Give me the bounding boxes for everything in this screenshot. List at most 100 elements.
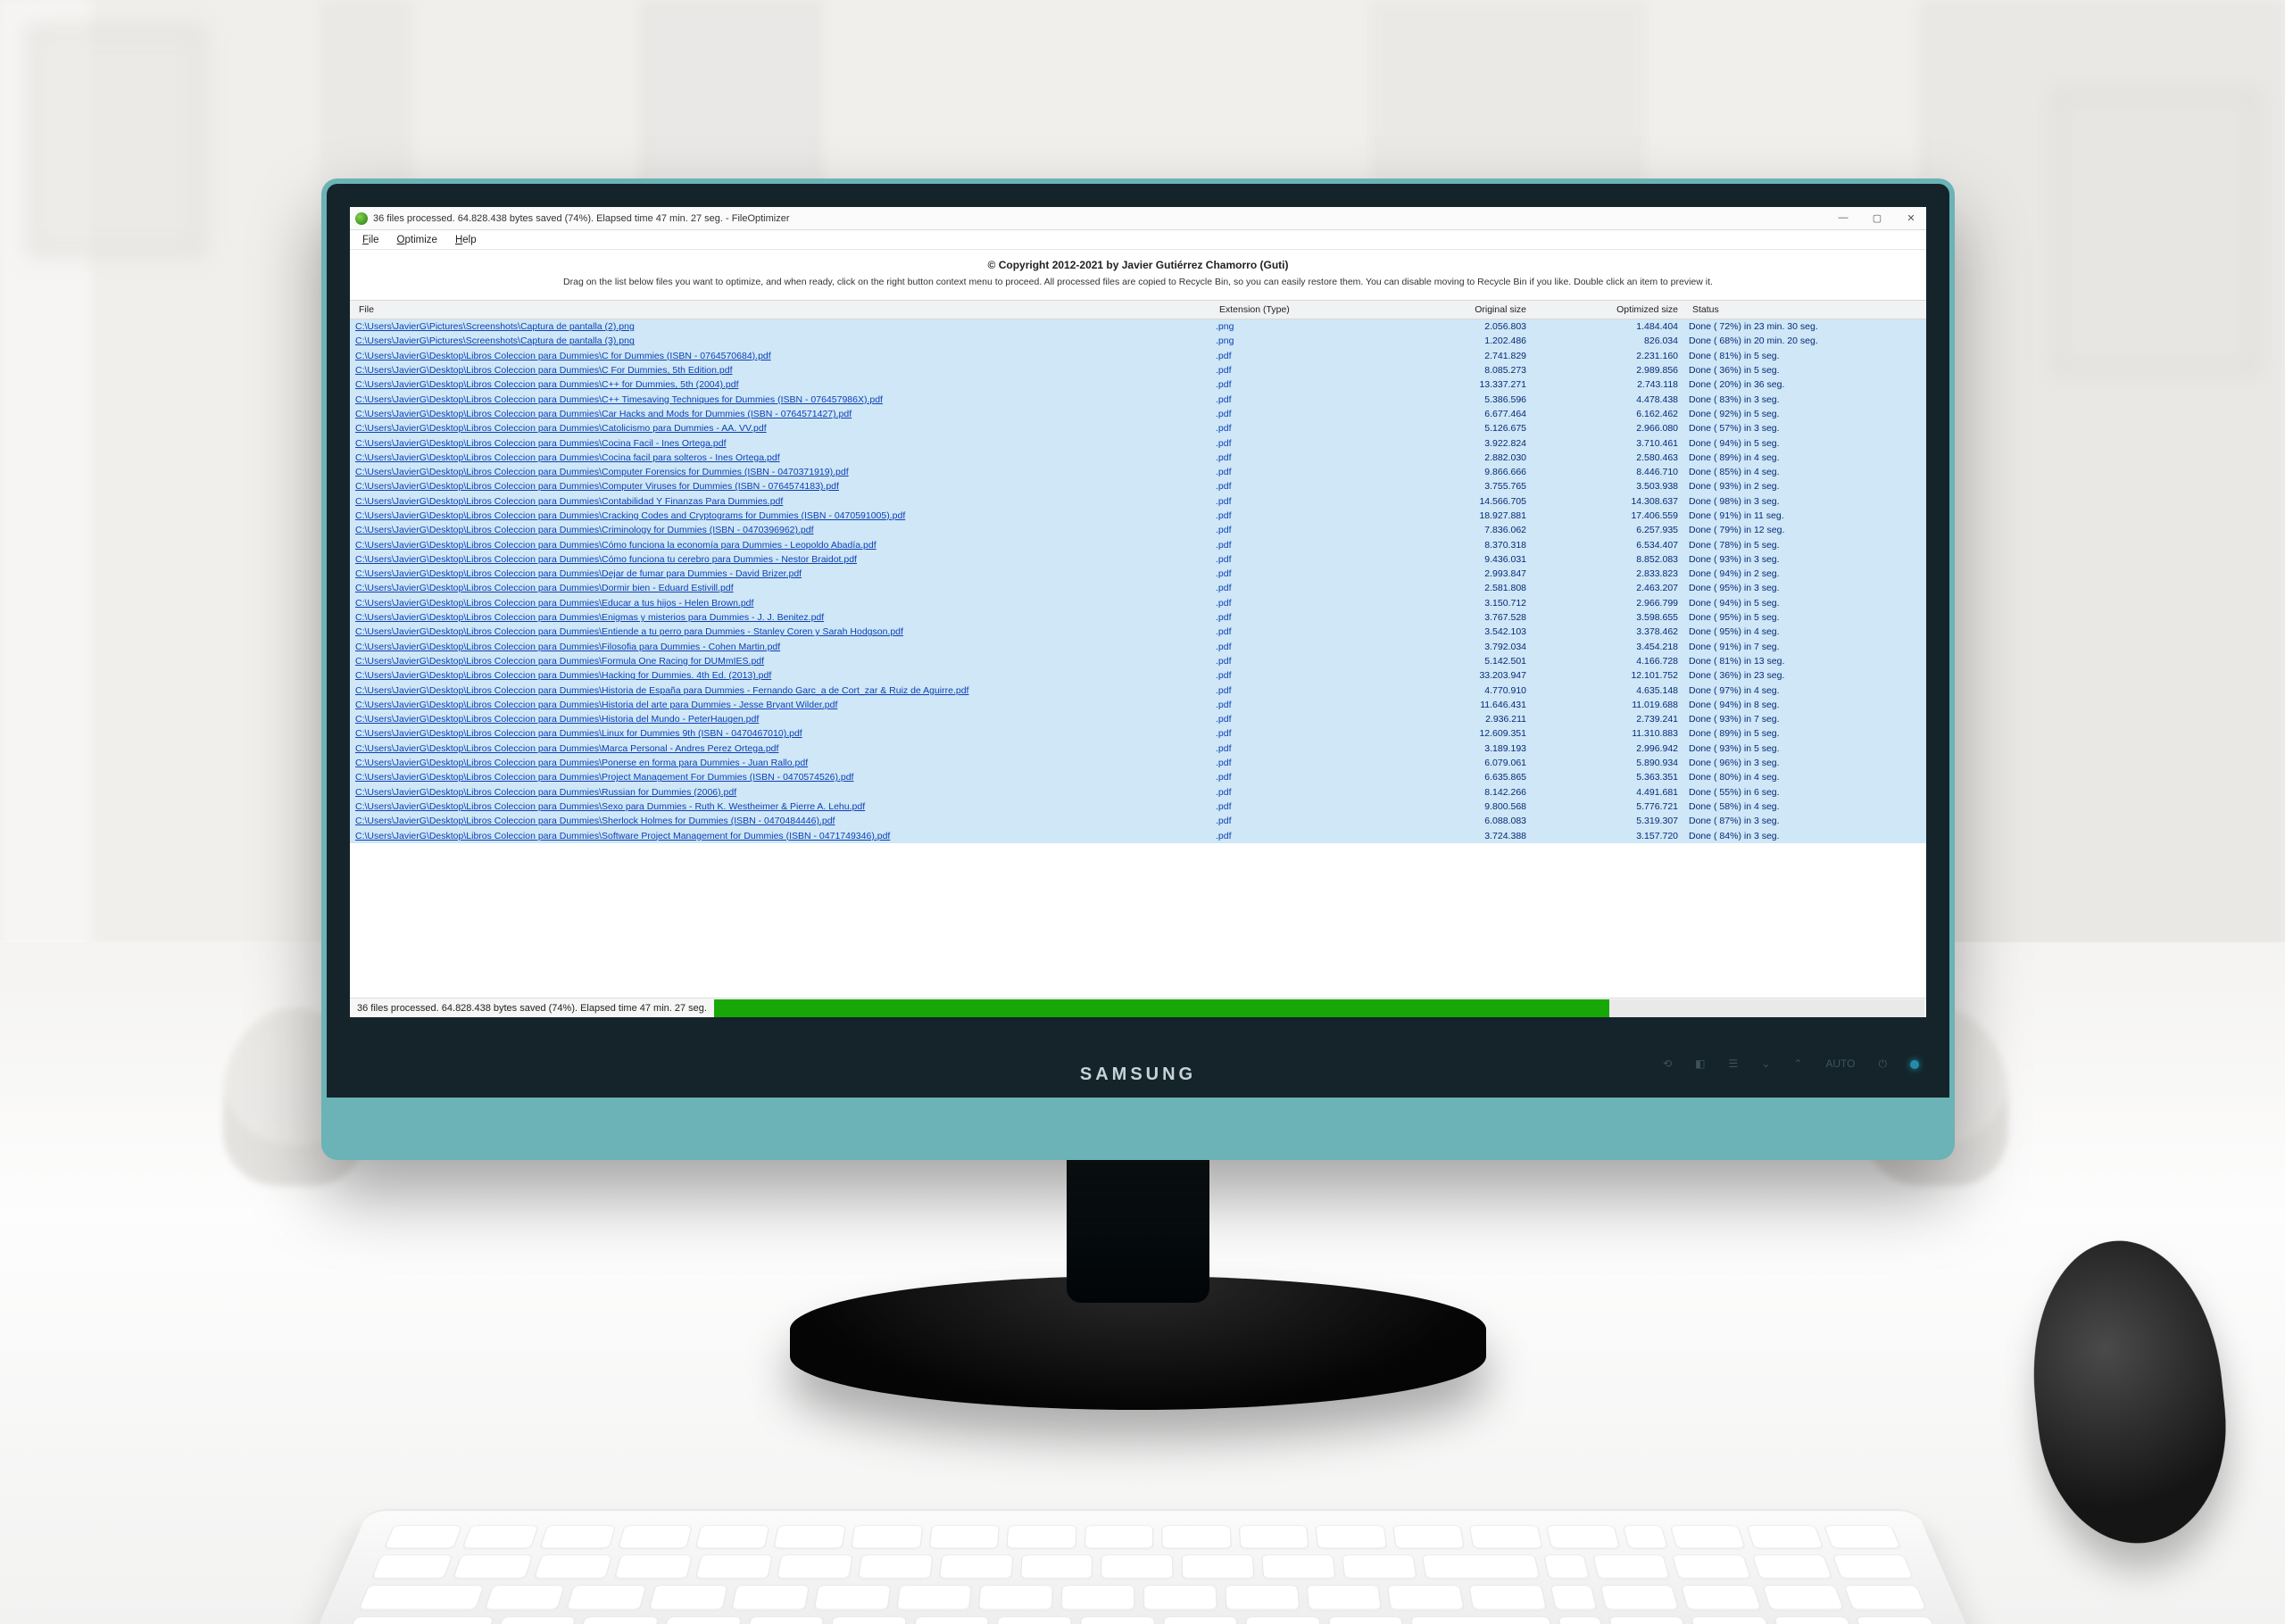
file-link[interactable]: C:\Users\JavierG\Desktop\Libros Coleccio… bbox=[355, 626, 1216, 637]
grid-body[interactable]: C:\Users\JavierG\Pictures\Screenshots\Ca… bbox=[350, 319, 1926, 998]
window-maximize-button[interactable]: ▢ bbox=[1867, 212, 1887, 224]
table-row[interactable]: C:\Users\JavierG\Desktop\Libros Coleccio… bbox=[350, 407, 1926, 421]
table-row[interactable]: C:\Users\JavierG\Pictures\Screenshots\Ca… bbox=[350, 334, 1926, 348]
col-header-file[interactable]: File bbox=[355, 304, 1216, 315]
table-row[interactable]: C:\Users\JavierG\Desktop\Libros Coleccio… bbox=[350, 349, 1926, 363]
table-row[interactable]: C:\Users\JavierG\Desktop\Libros Coleccio… bbox=[350, 537, 1926, 551]
table-row[interactable]: C:\Users\JavierG\Desktop\Libros Coleccio… bbox=[350, 494, 1926, 509]
file-link[interactable]: C:\Users\JavierG\Desktop\Libros Coleccio… bbox=[355, 816, 1216, 826]
file-link[interactable]: C:\Users\JavierG\Desktop\Libros Coleccio… bbox=[355, 510, 1216, 521]
file-link[interactable]: C:\Users\JavierG\Desktop\Libros Coleccio… bbox=[355, 438, 1216, 449]
file-link[interactable]: C:\Users\JavierG\Desktop\Libros Coleccio… bbox=[355, 540, 1216, 551]
table-row[interactable]: C:\Users\JavierG\Desktop\Libros Coleccio… bbox=[350, 567, 1926, 581]
file-link[interactable]: C:\Users\JavierG\Desktop\Libros Coleccio… bbox=[355, 612, 1216, 623]
file-link[interactable]: C:\Users\JavierG\Desktop\Libros Coleccio… bbox=[355, 598, 1216, 609]
file-link[interactable]: C:\Users\JavierG\Desktop\Libros Coleccio… bbox=[355, 568, 1216, 579]
app-window: 36 files processed. 64.828.438 bytes sav… bbox=[350, 207, 1926, 1017]
file-link[interactable]: C:\Users\JavierG\Desktop\Libros Coleccio… bbox=[355, 481, 1216, 492]
table-row[interactable]: C:\Users\JavierG\Desktop\Libros Coleccio… bbox=[350, 610, 1926, 625]
table-row[interactable]: C:\Users\JavierG\Desktop\Libros Coleccio… bbox=[350, 785, 1926, 800]
osd-btn-6[interactable]: AUTO bbox=[1825, 1057, 1855, 1071]
file-link[interactable]: C:\Users\JavierG\Desktop\Libros Coleccio… bbox=[355, 743, 1216, 754]
table-row[interactable]: C:\Users\JavierG\Desktop\Libros Coleccio… bbox=[350, 523, 1926, 537]
table-row[interactable]: C:\Users\JavierG\Desktop\Libros Coleccio… bbox=[350, 770, 1926, 784]
file-link[interactable]: C:\Users\JavierG\Pictures\Screenshots\Ca… bbox=[355, 321, 1216, 332]
table-row[interactable]: C:\Users\JavierG\Desktop\Libros Coleccio… bbox=[350, 742, 1926, 756]
table-row[interactable]: C:\Users\JavierG\Desktop\Libros Coleccio… bbox=[350, 712, 1926, 726]
menu-optimize[interactable]: Optimize bbox=[390, 234, 445, 246]
file-link[interactable]: C:\Users\JavierG\Desktop\Libros Coleccio… bbox=[355, 758, 1216, 768]
table-row[interactable]: C:\Users\JavierG\Desktop\Libros Coleccio… bbox=[350, 726, 1926, 741]
col-header-status[interactable]: Status bbox=[1689, 304, 1921, 315]
table-row[interactable]: C:\Users\JavierG\Desktop\Libros Coleccio… bbox=[350, 654, 1926, 668]
menu-help[interactable]: Help bbox=[448, 234, 484, 246]
keyboard[interactable] bbox=[303, 1511, 1982, 1624]
osd-btn-2[interactable]: ◧ bbox=[1695, 1057, 1705, 1071]
cell-orig: 3.792.034 bbox=[1385, 642, 1537, 652]
file-link[interactable]: C:\Users\JavierG\Desktop\Libros Coleccio… bbox=[355, 670, 1216, 681]
table-row[interactable]: C:\Users\JavierG\Desktop\Libros Coleccio… bbox=[350, 800, 1926, 814]
table-row[interactable]: C:\Users\JavierG\Desktop\Libros Coleccio… bbox=[350, 668, 1926, 683]
window-minimize-button[interactable]: — bbox=[1833, 212, 1853, 224]
table-row[interactable]: C:\Users\JavierG\Desktop\Libros Coleccio… bbox=[350, 683, 1926, 697]
table-row[interactable]: C:\Users\JavierG\Desktop\Libros Coleccio… bbox=[350, 698, 1926, 712]
table-row[interactable]: C:\Users\JavierG\Desktop\Libros Coleccio… bbox=[350, 392, 1926, 406]
titlebar[interactable]: 36 files processed. 64.828.438 bytes sav… bbox=[350, 207, 1926, 230]
table-row[interactable]: C:\Users\JavierG\Desktop\Libros Coleccio… bbox=[350, 435, 1926, 450]
table-row[interactable]: C:\Users\JavierG\Desktop\Libros Coleccio… bbox=[350, 509, 1926, 523]
file-link[interactable]: C:\Users\JavierG\Desktop\Libros Coleccio… bbox=[355, 351, 1216, 361]
table-row[interactable]: C:\Users\JavierG\Desktop\Libros Coleccio… bbox=[350, 625, 1926, 639]
file-link[interactable]: C:\Users\JavierG\Desktop\Libros Coleccio… bbox=[355, 801, 1216, 812]
file-link[interactable]: C:\Users\JavierG\Desktop\Libros Coleccio… bbox=[355, 772, 1216, 783]
col-header-opt[interactable]: Optimized size bbox=[1537, 304, 1689, 315]
osd-btn-7[interactable]: ⏻ bbox=[1879, 1057, 1888, 1071]
table-row[interactable]: C:\Users\JavierG\Desktop\Libros Coleccio… bbox=[350, 581, 1926, 595]
table-row[interactable]: C:\Users\JavierG\Desktop\Libros Coleccio… bbox=[350, 552, 1926, 567]
osd-btn-5[interactable]: ⌃ bbox=[1793, 1057, 1802, 1071]
file-link[interactable]: C:\Users\JavierG\Desktop\Libros Coleccio… bbox=[355, 583, 1216, 593]
table-row[interactable]: C:\Users\JavierG\Desktop\Libros Coleccio… bbox=[350, 421, 1926, 435]
table-row[interactable]: C:\Users\JavierG\Desktop\Libros Coleccio… bbox=[350, 451, 1926, 465]
file-link[interactable]: C:\Users\JavierG\Desktop\Libros Coleccio… bbox=[355, 642, 1216, 652]
table-row[interactable]: C:\Users\JavierG\Desktop\Libros Coleccio… bbox=[350, 756, 1926, 770]
file-link[interactable]: C:\Users\JavierG\Desktop\Libros Coleccio… bbox=[355, 554, 1216, 565]
file-link[interactable]: C:\Users\JavierG\Desktop\Libros Coleccio… bbox=[355, 525, 1216, 535]
table-row[interactable]: C:\Users\JavierG\Desktop\Libros Coleccio… bbox=[350, 596, 1926, 610]
menu-file[interactable]: File bbox=[355, 234, 386, 246]
file-link[interactable]: C:\Users\JavierG\Desktop\Libros Coleccio… bbox=[355, 714, 1216, 725]
col-header-orig[interactable]: Original size bbox=[1385, 304, 1537, 315]
cell-status: Done ( 55%) in 6 seg. bbox=[1689, 787, 1921, 798]
table-row[interactable]: C:\Users\JavierG\Desktop\Libros Coleccio… bbox=[350, 465, 1926, 479]
table-row[interactable]: C:\Users\JavierG\Desktop\Libros Coleccio… bbox=[350, 377, 1926, 392]
file-link[interactable]: C:\Users\JavierG\Desktop\Libros Coleccio… bbox=[355, 379, 1216, 390]
file-link[interactable]: C:\Users\JavierG\Desktop\Libros Coleccio… bbox=[355, 496, 1216, 507]
file-link[interactable]: C:\Users\JavierG\Desktop\Libros Coleccio… bbox=[355, 787, 1216, 798]
col-header-ext[interactable]: Extension (Type) bbox=[1216, 304, 1385, 315]
osd-btn-4[interactable]: ⌄ bbox=[1761, 1057, 1770, 1071]
osd-btn-1[interactable]: ⟲ bbox=[1663, 1057, 1672, 1071]
file-link[interactable]: C:\Users\JavierG\Desktop\Libros Coleccio… bbox=[355, 467, 1216, 477]
osd-btn-3[interactable]: ☰ bbox=[1728, 1057, 1738, 1071]
table-row[interactable]: C:\Users\JavierG\Desktop\Libros Coleccio… bbox=[350, 479, 1926, 493]
window-close-button[interactable]: ✕ bbox=[1901, 212, 1921, 224]
file-link[interactable]: C:\Users\JavierG\Desktop\Libros Coleccio… bbox=[355, 409, 1216, 419]
file-link[interactable]: C:\Users\JavierG\Desktop\Libros Coleccio… bbox=[355, 452, 1216, 463]
table-row[interactable]: C:\Users\JavierG\Desktop\Libros Coleccio… bbox=[350, 814, 1926, 828]
file-link[interactable]: C:\Users\JavierG\Desktop\Libros Coleccio… bbox=[355, 831, 1216, 841]
cell-orig: 18.927.881 bbox=[1385, 510, 1537, 521]
file-link[interactable]: C:\Users\JavierG\Desktop\Libros Coleccio… bbox=[355, 365, 1216, 376]
file-link[interactable]: C:\Users\JavierG\Desktop\Libros Coleccio… bbox=[355, 700, 1216, 710]
file-link[interactable]: C:\Users\JavierG\Desktop\Libros Coleccio… bbox=[355, 728, 1216, 739]
cell-ext: .pdf bbox=[1216, 831, 1385, 841]
cell-ext: .pdf bbox=[1216, 540, 1385, 551]
file-link[interactable]: C:\Users\JavierG\Desktop\Libros Coleccio… bbox=[355, 423, 1216, 434]
table-row[interactable]: C:\Users\JavierG\Desktop\Libros Coleccio… bbox=[350, 828, 1926, 842]
table-row[interactable]: C:\Users\JavierG\Desktop\Libros Coleccio… bbox=[350, 640, 1926, 654]
file-link[interactable]: C:\Users\JavierG\Desktop\Libros Coleccio… bbox=[355, 685, 1216, 696]
file-link[interactable]: C:\Users\JavierG\Pictures\Screenshots\Ca… bbox=[355, 336, 1216, 346]
table-row[interactable]: C:\Users\JavierG\Pictures\Screenshots\Ca… bbox=[350, 319, 1926, 334]
table-row[interactable]: C:\Users\JavierG\Desktop\Libros Coleccio… bbox=[350, 363, 1926, 377]
file-link[interactable]: C:\Users\JavierG\Desktop\Libros Coleccio… bbox=[355, 656, 1216, 667]
file-link[interactable]: C:\Users\JavierG\Desktop\Libros Coleccio… bbox=[355, 394, 1216, 405]
grid-header[interactable]: File Extension (Type) Original size Opti… bbox=[350, 300, 1926, 319]
